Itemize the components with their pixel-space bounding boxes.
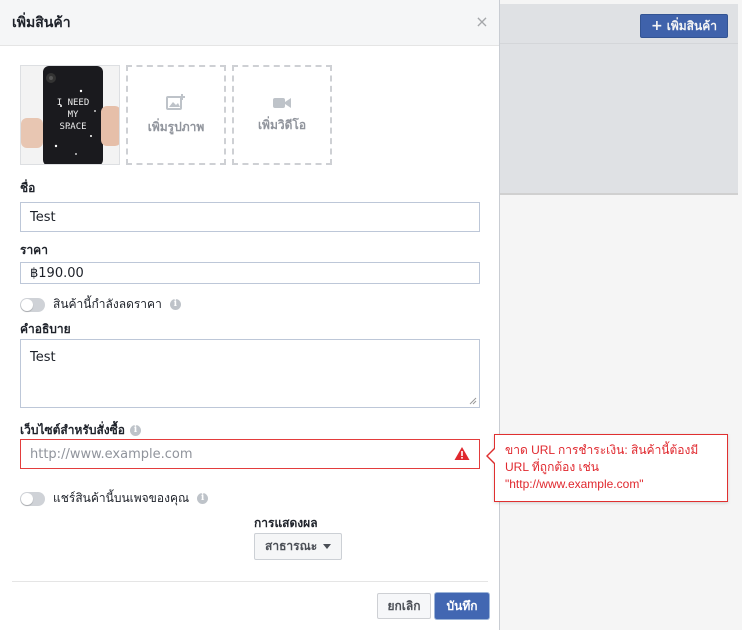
toggle-knob <box>21 492 33 505</box>
media-row: I NEED MY SPACE เพิ่มรูปภาพ เพิ่มวิดีโอ <box>20 65 332 165</box>
price-value: ฿190.00 <box>30 265 84 281</box>
description-label-text: คำอธิบาย <box>20 322 71 336</box>
website-placeholder: http://www.example.com <box>30 446 193 462</box>
error-tooltip: ขาด URL การชำระเงิน: สินค้านี้ต้องมี URL… <box>494 434 728 502</box>
chevron-down-icon <box>323 544 332 549</box>
website-input[interactable]: http://www.example.com <box>20 439 480 469</box>
name-input[interactable]: Test <box>20 202 480 232</box>
description-label: คำอธิบาย <box>20 320 71 339</box>
phone-case-image: I NEED MY SPACE <box>21 66 119 164</box>
visibility-label: การแสดงผล <box>254 516 318 530</box>
dialog-title: เพิ่มสินค้า <box>12 14 71 31</box>
error-message: ขาด URL การชำระเงิน: สินค้านี้ต้องมี URL… <box>505 443 699 491</box>
close-icon[interactable]: × <box>474 14 490 30</box>
add-video-icon <box>273 97 291 108</box>
visibility-selected: สาธารณะ <box>265 539 318 553</box>
add-product-dialog: เพิ่มสินค้า × I NEED MY SPACE เพิ่มรูปภา… <box>0 0 500 630</box>
footer-divider <box>12 581 488 582</box>
svg-text:SPACE: SPACE <box>59 122 86 132</box>
description-textarea[interactable]: Test <box>20 339 480 408</box>
info-icon[interactable]: i <box>169 299 181 310</box>
cancel-button[interactable]: ยกเลิก <box>377 593 431 619</box>
on-sale-label: สินค้านี้กำลังลดราคา <box>53 297 162 311</box>
info-icon[interactable]: i <box>197 493 209 504</box>
price-input[interactable]: ฿190.00 <box>20 262 480 284</box>
name-value: Test <box>30 209 56 225</box>
add-photo-label: เพิ่มรูปภาพ <box>147 119 205 134</box>
add-video-label: เพิ่มวิดีโอ <box>257 117 307 132</box>
product-thumbnail[interactable]: I NEED MY SPACE <box>20 65 120 165</box>
share-row: แชร์สินค้านี้บนเพจของคุณ i <box>20 489 209 508</box>
save-button[interactable]: บันทึก <box>435 593 489 619</box>
name-label: ชื่อ <box>20 179 35 198</box>
name-label-text: ชื่อ <box>20 181 36 195</box>
dialog-header: เพิ่มสินค้า <box>0 0 499 46</box>
add-photo-button[interactable]: เพิ่มรูปภาพ <box>126 65 226 165</box>
warning-icon <box>454 447 470 460</box>
price-label: ราคา <box>20 241 48 260</box>
price-label-text: ราคา <box>20 243 48 257</box>
on-sale-toggle[interactable] <box>20 297 45 312</box>
on-sale-row: สินค้านี้กำลังลดราคา i <box>20 295 181 314</box>
visibility-select[interactable]: สาธารณะ <box>254 533 342 560</box>
share-label: แชร์สินค้านี้บนเพจของคุณ <box>53 491 190 505</box>
svg-text:I NEED: I NEED <box>57 98 90 108</box>
add-video-button[interactable]: เพิ่มวิดีโอ <box>232 65 332 165</box>
svg-text:MY: MY <box>68 110 79 120</box>
website-label: เว็บไซต์สำหรับสั่งซื้อ i <box>20 421 141 440</box>
description-value: Test <box>30 350 56 365</box>
website-label-text: เว็บไซต์สำหรับสั่งซื้อ <box>20 423 125 437</box>
resize-handle-icon[interactable] <box>469 397 477 405</box>
info-icon[interactable]: i <box>130 425 141 436</box>
share-toggle[interactable] <box>20 491 45 506</box>
tooltip-arrow-inner <box>488 448 496 464</box>
toggle-knob <box>21 298 33 311</box>
add-photo-icon <box>166 93 185 110</box>
